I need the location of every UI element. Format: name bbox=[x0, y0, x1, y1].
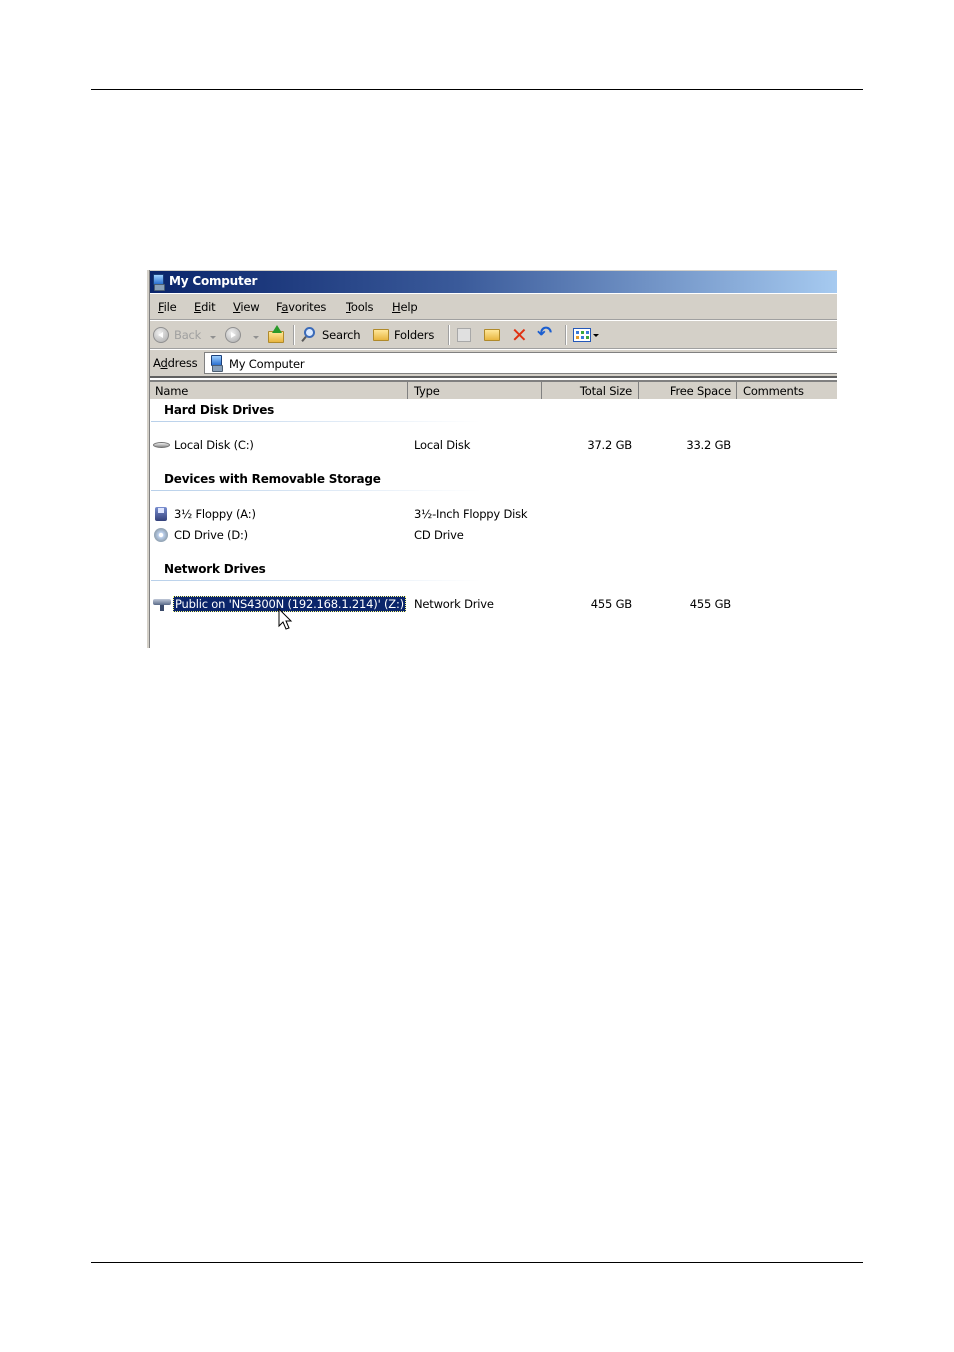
floppy-drive-icon bbox=[153, 507, 171, 521]
drive-type: 3½-Inch Floppy Disk bbox=[414, 507, 528, 521]
address-value: My Computer bbox=[229, 357, 305, 371]
page-header-rule bbox=[91, 89, 863, 90]
toolbar: Back Search Folders ✕ ↶ bbox=[147, 321, 837, 349]
my-computer-window: My Computer File Edit View Favorites Too… bbox=[147, 270, 837, 648]
search-button[interactable]: Search bbox=[300, 325, 366, 345]
folders-button[interactable]: Folders bbox=[372, 325, 440, 345]
column-header-free-space[interactable]: Free Space bbox=[639, 382, 737, 399]
folders-icon bbox=[373, 329, 389, 341]
toolbar-separator bbox=[565, 325, 567, 345]
views-dropdown-icon bbox=[593, 334, 599, 337]
column-header-comments[interactable]: Comments bbox=[737, 382, 837, 399]
drive-name: CD Drive (D:) bbox=[174, 528, 248, 542]
column-header-type[interactable]: Type bbox=[408, 382, 542, 399]
window-left-border bbox=[147, 270, 150, 648]
drive-type: Local Disk bbox=[414, 438, 471, 452]
toolbar-separator bbox=[293, 325, 295, 345]
drive-name: Local Disk (C:) bbox=[174, 438, 254, 452]
group-divider bbox=[151, 490, 481, 491]
drive-row-cd[interactable]: CD Drive (D:) CD Drive bbox=[147, 526, 837, 544]
toolbar-separator bbox=[448, 325, 450, 345]
mouse-pointer-icon bbox=[278, 608, 293, 630]
forward-icon bbox=[225, 327, 241, 343]
my-computer-icon bbox=[151, 274, 165, 291]
group-divider bbox=[151, 421, 481, 422]
delete-icon[interactable]: ✕ bbox=[511, 325, 528, 345]
address-bar: Address My Computer bbox=[147, 350, 837, 378]
group-header-network-drives: Network Drives bbox=[164, 562, 266, 576]
menu-edit[interactable]: Edit bbox=[194, 300, 216, 314]
forward-dropdown-icon[interactable] bbox=[253, 336, 259, 339]
drive-row-local-disk[interactable]: Local Disk (C:) Local Disk 37.2 GB 33.2 … bbox=[147, 436, 837, 454]
menu-file[interactable]: File bbox=[158, 300, 177, 314]
column-headers: Name Type Total Size Free Space Comments bbox=[147, 380, 837, 399]
address-field[interactable]: My Computer bbox=[204, 352, 837, 374]
menu-view[interactable]: View bbox=[233, 300, 260, 314]
undo-icon[interactable]: ↶ bbox=[537, 324, 552, 344]
drive-row-floppy[interactable]: 3½ Floppy (A:) 3½-Inch Floppy Disk bbox=[147, 505, 837, 523]
views-icon bbox=[573, 328, 591, 342]
hard-disk-icon bbox=[153, 438, 171, 452]
drive-row-network-public[interactable]: Public on 'NS4300N (192.168.1.214)' (Z:)… bbox=[147, 595, 837, 613]
folders-label: Folders bbox=[394, 328, 435, 342]
back-button[interactable]: Back bbox=[153, 325, 221, 345]
back-icon bbox=[153, 327, 169, 343]
menu-help[interactable]: Help bbox=[392, 300, 418, 314]
column-header-name[interactable]: Name bbox=[149, 382, 408, 399]
page-footer-rule bbox=[91, 1262, 863, 1263]
drive-type: CD Drive bbox=[414, 528, 464, 542]
drive-total-size: 37.2 GB bbox=[587, 438, 632, 452]
up-folder-button[interactable] bbox=[267, 325, 287, 345]
drive-free-space: 33.2 GB bbox=[686, 438, 731, 452]
back-dropdown-icon[interactable] bbox=[210, 336, 216, 339]
drive-type: Network Drive bbox=[414, 597, 494, 611]
back-label: Back bbox=[174, 328, 202, 342]
network-drive-icon bbox=[153, 597, 171, 611]
window-title: My Computer bbox=[169, 274, 258, 288]
column-header-total-size[interactable]: Total Size bbox=[542, 382, 639, 399]
search-label: Search bbox=[322, 328, 361, 342]
views-button[interactable] bbox=[573, 325, 601, 345]
move-to-icon[interactable] bbox=[457, 328, 471, 342]
cd-drive-icon bbox=[153, 528, 171, 542]
group-divider bbox=[151, 580, 481, 581]
group-header-hard-disk-drives: Hard Disk Drives bbox=[164, 403, 275, 417]
menu-favorites[interactable]: Favorites bbox=[276, 300, 326, 314]
copy-to-icon[interactable] bbox=[484, 329, 500, 341]
drive-total-size: 455 GB bbox=[590, 597, 632, 611]
my-computer-icon bbox=[209, 355, 223, 372]
search-icon-handle bbox=[301, 336, 307, 342]
forward-button[interactable] bbox=[225, 325, 263, 345]
address-label: Address bbox=[153, 356, 198, 370]
drive-free-space: 455 GB bbox=[689, 597, 731, 611]
drive-name: 3½ Floppy (A:) bbox=[174, 507, 256, 521]
menu-bar: File Edit View Favorites Tools Help bbox=[147, 294, 837, 320]
up-arrow-icon bbox=[272, 325, 282, 333]
menu-tools[interactable]: Tools bbox=[346, 300, 374, 314]
group-header-removable-storage: Devices with Removable Storage bbox=[164, 472, 381, 486]
title-bar[interactable]: My Computer bbox=[147, 270, 837, 293]
